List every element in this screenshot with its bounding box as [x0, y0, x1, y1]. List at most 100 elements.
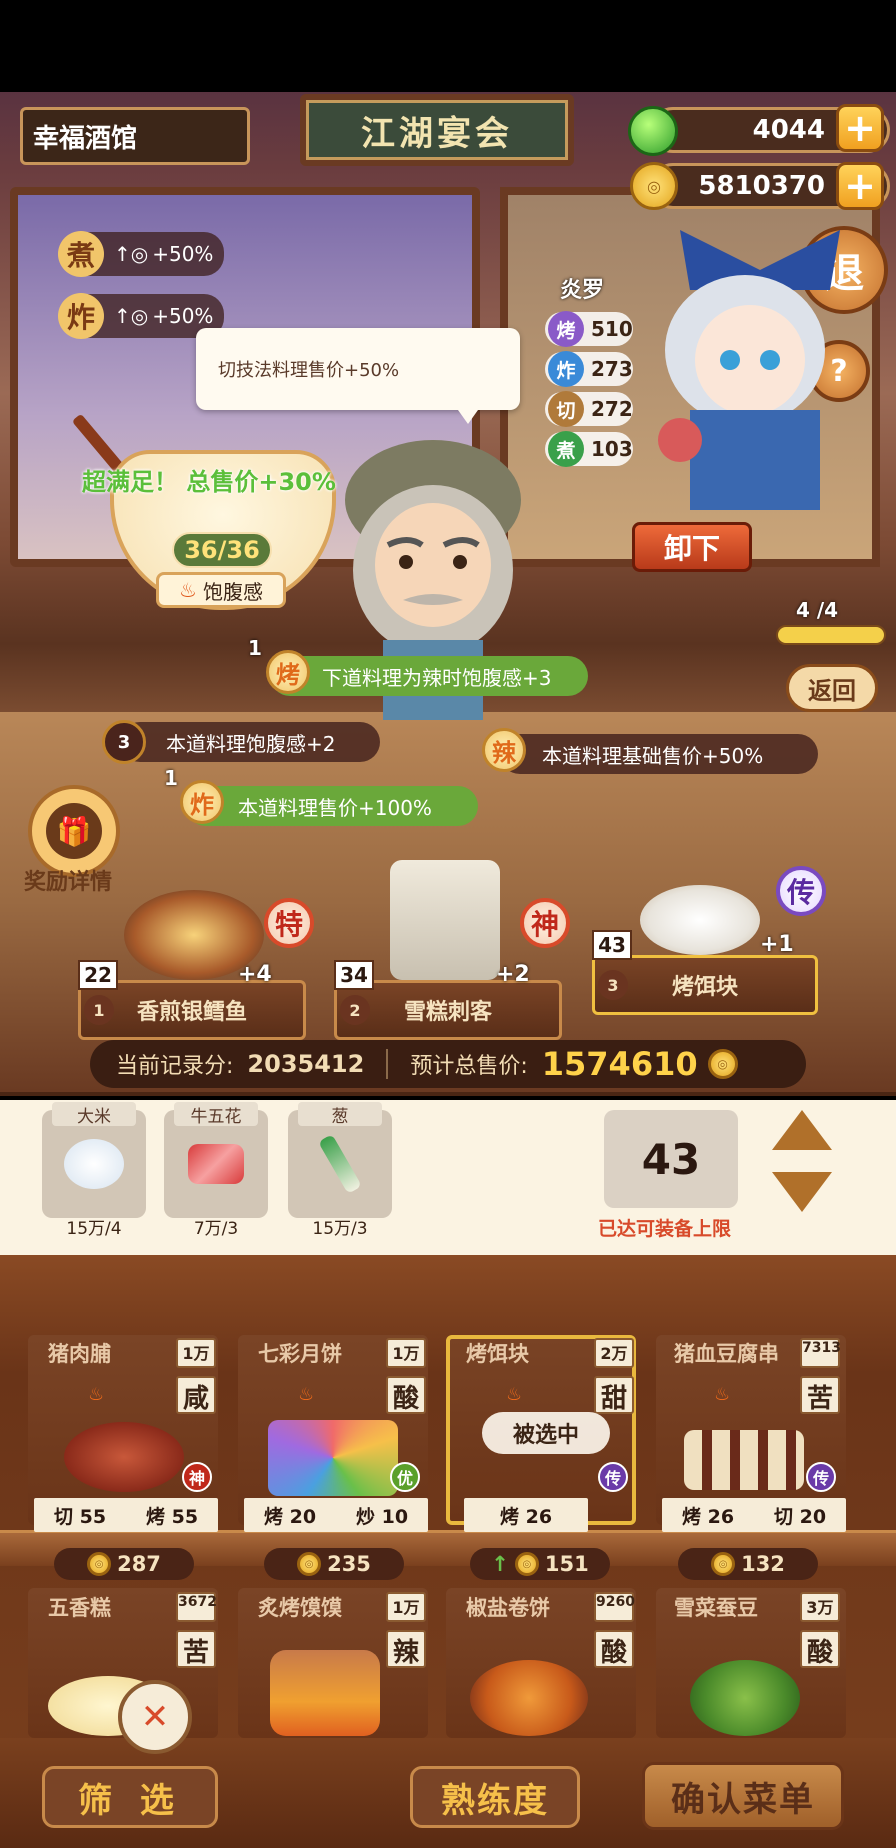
stat-method: 炒 — [355, 1505, 375, 1528]
jade-icon — [628, 106, 678, 156]
stat-value: 273 — [591, 357, 633, 381]
price-value: 235 — [327, 1552, 371, 1576]
fullness-badge: ♨ 饱腹感 — [156, 572, 286, 608]
stat-value: 103 — [591, 437, 633, 461]
recipe-amount: 3672 — [176, 1592, 217, 1622]
recipe-name: 五香糕 — [48, 1596, 111, 1620]
add-jade-button[interactable]: + — [836, 104, 884, 152]
recipe-taste: 苦 — [176, 1630, 216, 1668]
recipe-image — [64, 1422, 184, 1492]
effect-level: 1 — [164, 766, 178, 790]
rice-icon — [64, 1139, 124, 1189]
recipe-stats: 烤 26 切 20 — [662, 1498, 846, 1532]
recipe-amount: 1万 — [176, 1338, 216, 1368]
score-label: 当前记录分: — [116, 1054, 234, 1079]
recipe-name: 猪肉脯 — [48, 1342, 111, 1366]
recipe-price: ◎ 287 — [54, 1548, 194, 1580]
selected-label: 被选中 — [482, 1412, 610, 1454]
recipe-stats: 烤 26 — [464, 1498, 588, 1532]
scallion-icon — [318, 1134, 362, 1194]
arrow-up-icon[interactable] — [772, 1110, 832, 1150]
recipe-amount: 7313 — [800, 1338, 841, 1368]
dish-rank: 3 — [598, 970, 628, 1000]
recipe-name: 炙烤馍馍 — [258, 1596, 342, 1620]
stat-value: 55 — [79, 1505, 107, 1528]
stat-value: 10 — [381, 1505, 409, 1528]
jade-amount: 4044 — [752, 115, 825, 145]
roast-icon: 烤 — [266, 650, 310, 694]
recipe-image — [270, 1650, 380, 1736]
chef-portrait — [658, 230, 840, 510]
recipe-taste: 酸 — [800, 1630, 840, 1668]
fire-icon: ♨ — [179, 578, 197, 602]
stat-value: 272 — [591, 397, 633, 421]
total-label: 预计总售价: — [410, 1054, 528, 1079]
fullness-value: 36/36 — [172, 532, 272, 568]
recipe-grade: 优 — [390, 1462, 420, 1492]
recipe-name: 椒盐卷饼 — [466, 1596, 550, 1620]
boil-icon: 煮 — [548, 431, 584, 467]
dish-image — [640, 885, 760, 955]
clear-filter-icon[interactable]: ✕ — [118, 1680, 192, 1754]
grade-badge: 传 — [776, 866, 826, 916]
fullness-label: 饱腹感 — [202, 579, 263, 604]
arrow-down-icon[interactable] — [772, 1172, 832, 1212]
filter-button[interactable]: 筛 选 — [42, 1766, 218, 1828]
dish-rank: 1 — [84, 995, 114, 1025]
dish-name: 雪糕刺客 — [403, 1000, 492, 1025]
coin-amount: 5810370 — [698, 171, 825, 201]
recipe-name: 雪菜蚕豆 — [674, 1596, 758, 1620]
coin-icon: ◎ — [297, 1552, 322, 1576]
coin-icon: ◎ — [630, 162, 678, 210]
price-value: 287 — [117, 1552, 161, 1576]
ingredient-name: 葱 — [298, 1102, 382, 1127]
dish-count: 34 — [334, 960, 374, 990]
unload-button[interactable]: 卸下 — [632, 522, 752, 572]
grade-badge: 特 — [264, 898, 314, 948]
confirm-menu-button[interactable]: 确认菜单 — [642, 1762, 844, 1830]
spicy-icon: 辣 — [482, 728, 526, 772]
recipe-amount: 2万 — [594, 1338, 634, 1368]
stat-value: 26 — [707, 1505, 735, 1528]
coin-icon: ◎ — [711, 1552, 736, 1576]
divider — [386, 1049, 389, 1079]
recipe-amount: 3万 — [800, 1592, 840, 1622]
stat-value: 55 — [171, 1505, 199, 1528]
ingredient-qty: 15万/3 — [312, 1219, 368, 1239]
recipe-amount: 1万 — [386, 1338, 426, 1368]
dish-image — [390, 860, 500, 980]
recipe-grade: 神 — [182, 1462, 212, 1492]
proficiency-button[interactable]: 熟练度 — [410, 1766, 580, 1828]
stat-value: 20 — [799, 1505, 827, 1528]
ingredient-qty: 7万/3 — [193, 1219, 239, 1239]
recipe-price: ↑ ◎ 151 — [470, 1548, 610, 1580]
effect-4: 本道料理售价+100% — [186, 786, 478, 826]
recipe-taste: 辣 — [386, 1630, 426, 1668]
boil-bonus-value: +50% — [152, 242, 214, 266]
level-fire-icon: 3 — [102, 720, 146, 764]
fry-icon: 炸 — [180, 780, 224, 824]
recipe-amount: 1万 — [386, 1592, 426, 1622]
price-value: 151 — [544, 1552, 589, 1576]
recipe-image — [690, 1660, 800, 1736]
effect-1: 下道料理为辣时饱腹感+3 — [270, 656, 588, 696]
ingredient-name: 牛五花 — [174, 1102, 258, 1127]
back-button[interactable]: 返回 — [786, 664, 878, 712]
dish-fire: +2 — [496, 962, 530, 987]
reward-label: 奖励详情 — [24, 870, 113, 895]
dish-count: 22 — [78, 960, 118, 990]
dish-name: 烤饵块 — [671, 975, 738, 1000]
stat-value: 26 — [525, 1505, 553, 1528]
stat-value: 20 — [289, 1505, 317, 1528]
stat-method: 切 — [773, 1505, 793, 1528]
recipe-grade: 传 — [806, 1462, 836, 1492]
recipe-grade: 传 — [598, 1462, 628, 1492]
equip-count: 43 — [604, 1110, 738, 1208]
recipe-taste: 甜 — [594, 1376, 634, 1414]
add-coin-button[interactable]: + — [836, 162, 884, 210]
skill-tooltip: 切技法料理售价+50% — [196, 328, 520, 424]
fire-icon: ♨ — [506, 1384, 523, 1405]
slot-progress-bar — [776, 625, 886, 645]
coin-icon: ◎ — [514, 1552, 539, 1576]
recipe-name: 七彩月饼 — [258, 1342, 342, 1366]
